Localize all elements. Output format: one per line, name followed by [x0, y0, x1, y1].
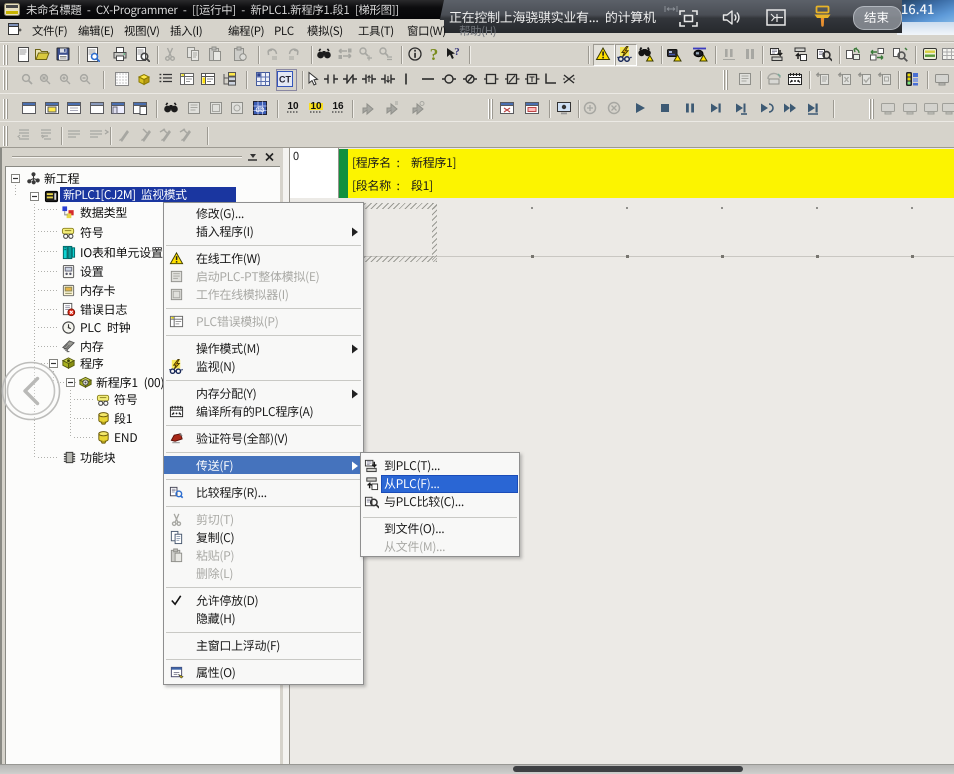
svg-text:10: 10 [287, 101, 299, 112]
svg-text:?: ? [430, 46, 439, 62]
svg-text:db: db [256, 105, 265, 114]
svg-text:?: ? [454, 46, 460, 58]
svg-text:10: 10 [310, 101, 322, 112]
svg-text:16: 16 [332, 101, 344, 112]
